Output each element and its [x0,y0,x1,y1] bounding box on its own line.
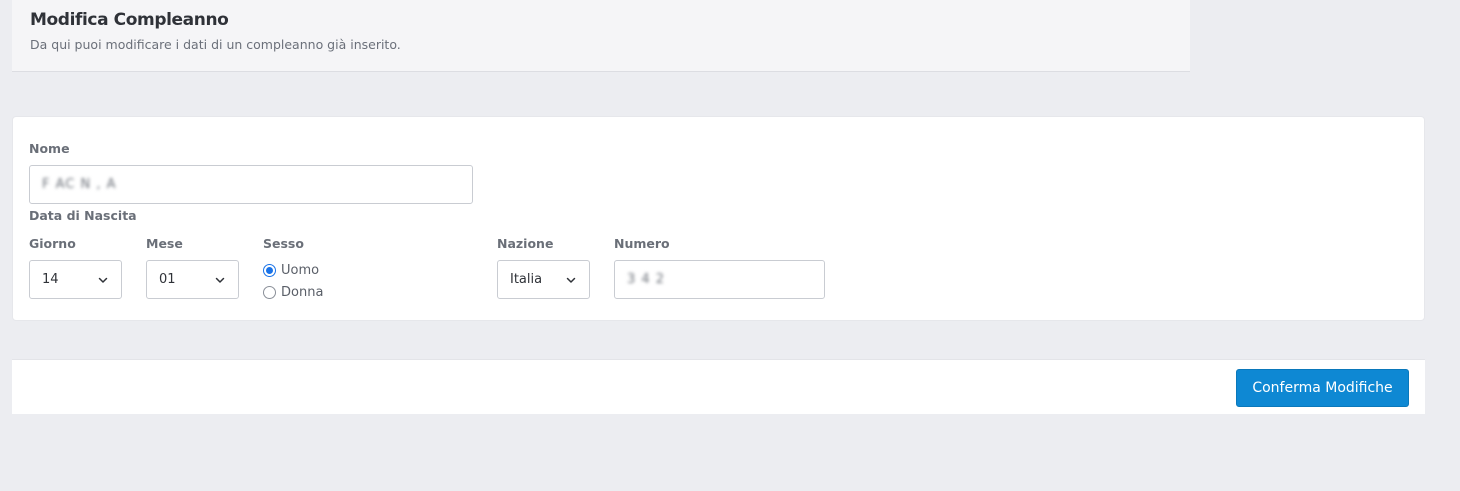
month-select[interactable]: 01 [146,260,239,299]
day-value: 14 [42,272,59,287]
day-select[interactable]: 14 [29,260,122,299]
month-value: 01 [159,272,176,287]
nation-select[interactable]: Italia [497,260,590,299]
day-label: Giorno [29,236,76,251]
number-value: 3 4 2 [627,272,666,287]
page-header: Modifica Compleanno Da qui puoi modifica… [12,0,1190,72]
sex-label: Sesso [263,236,304,251]
radio-checked-icon [263,264,276,277]
birthday-form-card: Nome F AC N , A Data di Nascita Giorno 1… [12,116,1425,321]
form-footer: Conferma Modifiche [12,359,1425,414]
number-label: Numero [614,236,670,251]
name-label: Nome [29,141,70,156]
page-subtitle: Da qui puoi modificare i dati di un comp… [30,37,401,52]
nation-value: Italia [510,272,543,287]
name-input[interactable]: F AC N , A [29,165,473,204]
page: Modifica Compleanno Da qui puoi modifica… [0,0,1460,491]
sex-radio-male[interactable]: Uomo [263,263,319,278]
name-value: F AC N , A [42,177,117,192]
number-input[interactable]: 3 4 2 [614,260,825,299]
nation-label: Nazione [497,236,554,251]
birth-date-label: Data di Nascita [29,208,137,223]
sex-radio-female[interactable]: Donna [263,285,323,300]
chevron-down-icon [97,274,109,286]
chevron-down-icon [214,274,226,286]
page-title: Modifica Compleanno [30,10,229,30]
sex-option-label: Donna [281,285,324,300]
month-label: Mese [146,236,183,251]
sex-option-label: Uomo [281,263,320,278]
chevron-down-icon [565,274,577,286]
confirm-changes-button[interactable]: Conferma Modifiche [1236,369,1409,407]
radio-unchecked-icon [263,286,276,299]
